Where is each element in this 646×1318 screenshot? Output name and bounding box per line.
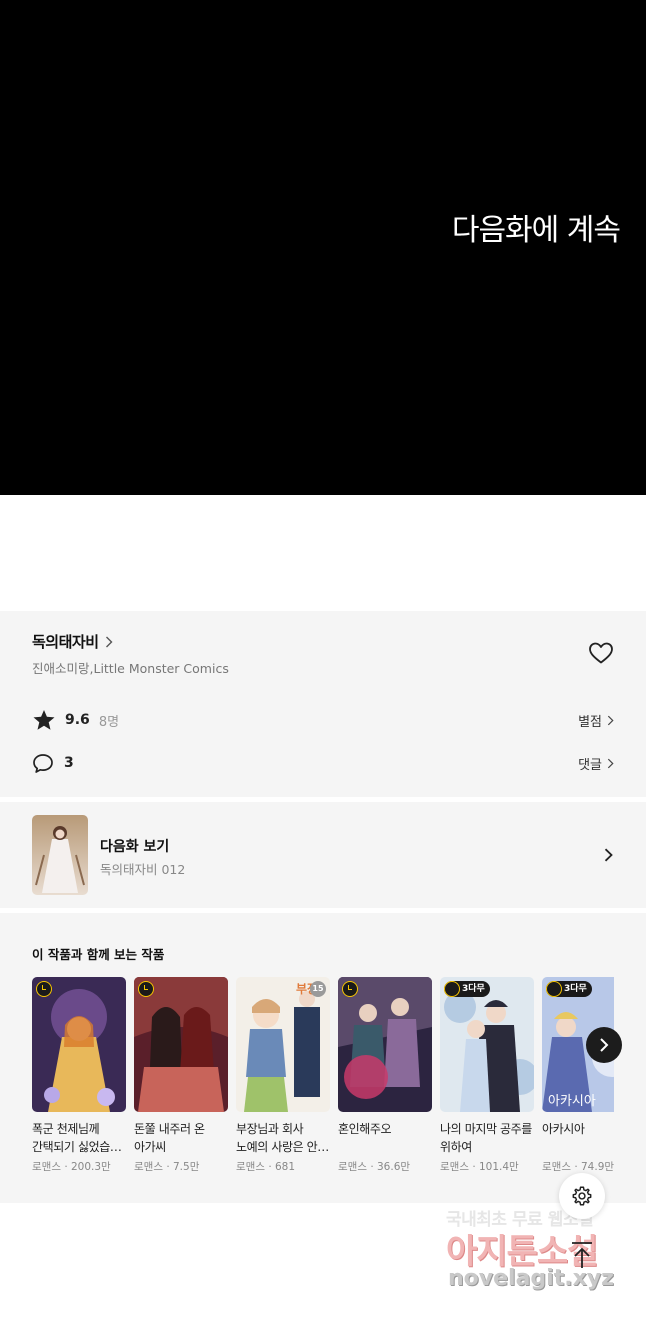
series-info: 독의태자비 진애소미랑,Little Monster Comics 9.6 8명… bbox=[0, 611, 646, 797]
panel-caption: 다음화에 계속 bbox=[451, 213, 621, 248]
comment-count: 3 bbox=[64, 755, 74, 771]
chevron-right-icon bbox=[604, 848, 613, 862]
recommendation-title: 나의 마지막 공주를 위하여 bbox=[440, 1122, 532, 1154]
chevron-right-icon bbox=[607, 715, 614, 726]
age-15-badge: 15 bbox=[310, 981, 326, 997]
rating-count: 8명 bbox=[98, 714, 120, 730]
star-icon bbox=[33, 710, 55, 730]
clock-badge-icon bbox=[138, 981, 154, 997]
comments-link-label: 댓글 bbox=[578, 758, 602, 773]
recommendation-cover bbox=[338, 977, 432, 1112]
clock-badge-icon bbox=[342, 981, 358, 997]
gear-icon bbox=[572, 1186, 592, 1206]
rating-value: 9.6 bbox=[65, 712, 90, 728]
chevron-right-icon bbox=[607, 758, 614, 769]
recommendation-title: 부장님과 회사 노예의 사랑은 안… bbox=[236, 1122, 329, 1154]
rating-row: 9.6 8명 별점 bbox=[32, 708, 614, 732]
recommendations-carousel: 폭군 천제님께 간택되기 싫었습… 로맨스 · 200.3만 돈쭐 내주러 온 … bbox=[32, 977, 614, 1187]
viewer-page: 다음화에 계속 독의태자비 진애소미랑,Little Monster Comic… bbox=[0, 0, 646, 1318]
series-title-link[interactable]: 독의태자비 bbox=[32, 631, 113, 652]
recommendation-title: 돈쭐 내주러 온 아가씨 bbox=[134, 1122, 205, 1154]
recommendation-card[interactable]: 혼인해주오 로맨스 · 36.6만 bbox=[338, 977, 432, 1174]
recommendation-card[interactable]: 폭군 천제님께 간택되기 싫었습… 로맨스 · 200.3만 bbox=[32, 977, 126, 1174]
recommendation-card[interactable]: 돈쭐 내주러 온 아가씨 로맨스 · 7.5만 bbox=[134, 977, 228, 1174]
series-authors: 진애소미랑,Little Monster Comics bbox=[32, 661, 229, 676]
settings-button[interactable] bbox=[559, 1173, 605, 1219]
recommendation-title: 폭군 천제님께 간택되기 싫었습… bbox=[32, 1122, 122, 1154]
heart-outline-icon[interactable] bbox=[588, 641, 614, 665]
next-episode-label: 다음화 보기 bbox=[100, 839, 170, 855]
recommendation-meta: 로맨스 · 74.9만 bbox=[542, 1161, 614, 1173]
recommendation-meta: 로맨스 · 200.3만 bbox=[32, 1161, 111, 1173]
arrow-up-to-top-icon bbox=[572, 1242, 592, 1268]
recommendation-meta: 로맨스 · 101.4만 bbox=[440, 1161, 519, 1173]
chevron-right-icon bbox=[600, 1038, 609, 1052]
comic-panel: 다음화에 계속 bbox=[0, 0, 646, 495]
recommendation-card[interactable]: 3다무 나의 마지막 공주를 위하여 로맨스 · 101.4만 bbox=[440, 977, 534, 1174]
carousel-next-button[interactable] bbox=[586, 1027, 622, 1063]
next-episode-button[interactable]: 다음화 보기 독의태자비 012 bbox=[0, 802, 646, 908]
recommendation-title: 아카시아 bbox=[542, 1122, 585, 1136]
recommendations-section: 이 작품과 함께 보는 작품 폭군 천제님께 간택되기 싫었습… 로맨스 · 2… bbox=[0, 913, 646, 1203]
svg-text:아카시아: 아카시아 bbox=[548, 1094, 596, 1109]
next-episode-thumbnail bbox=[32, 815, 88, 895]
chevron-right-icon bbox=[105, 636, 113, 647]
recommendation-cover bbox=[32, 977, 126, 1112]
three-da-free-badge: 3다무 bbox=[444, 981, 490, 997]
recommendation-card[interactable]: 부장 15 부장님과 회사 노예의 사랑은 안… 로맨스 · 681 bbox=[236, 977, 330, 1174]
comment-row: 3 댓글 bbox=[32, 751, 614, 775]
rate-link[interactable]: 별점 bbox=[578, 711, 614, 730]
comments-link[interactable]: 댓글 bbox=[578, 754, 614, 773]
recommendation-meta: 로맨스 · 36.6만 bbox=[338, 1161, 411, 1173]
recommendation-cover: 부장 15 bbox=[236, 977, 330, 1112]
recommendation-cover: 3다무 bbox=[440, 977, 534, 1112]
recommendation-meta: 로맨스 · 681 bbox=[236, 1161, 296, 1173]
recommendation-card[interactable]: 아카시아 3다무 아카시아 로맨스 · 74.9만 bbox=[542, 977, 614, 1174]
rate-link-label: 별점 bbox=[578, 715, 602, 730]
scroll-top-button[interactable] bbox=[566, 1238, 598, 1272]
recommendations-heading: 이 작품과 함께 보는 작품 bbox=[32, 947, 165, 962]
clock-badge-icon bbox=[36, 981, 52, 997]
recommendation-meta: 로맨스 · 7.5만 bbox=[134, 1161, 200, 1173]
recommendation-cover bbox=[134, 977, 228, 1112]
three-da-free-badge: 3다무 bbox=[546, 981, 592, 997]
recommendation-title: 혼인해주오 bbox=[338, 1122, 392, 1136]
next-episode-subtitle: 독의태자비 012 bbox=[100, 862, 186, 877]
series-title: 독의태자비 bbox=[32, 633, 99, 651]
speech-bubble-icon bbox=[33, 753, 53, 773]
